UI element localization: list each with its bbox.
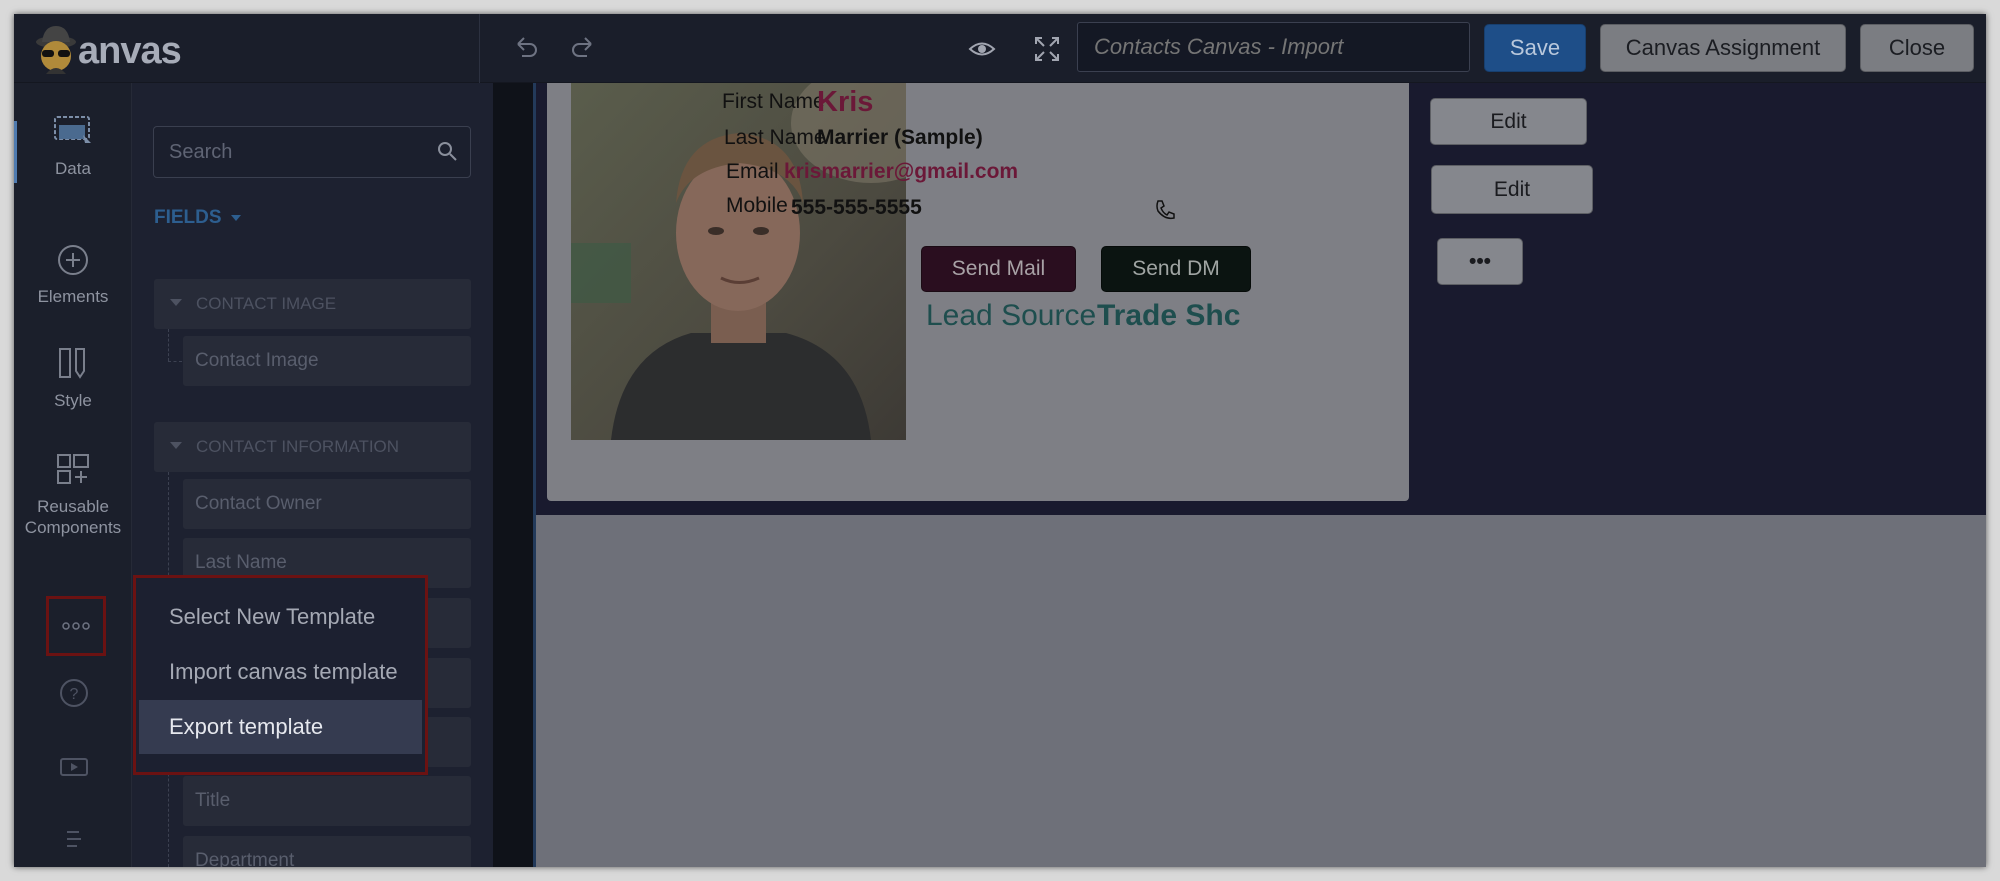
field-department[interactable]: Department <box>183 836 471 867</box>
lead-source-value: Trade Shc <box>1097 299 1241 332</box>
field-label: Department <box>195 850 295 867</box>
top-bar: anvas Save Canvas Assignment Close <box>14 14 1986 83</box>
phone-icon[interactable] <box>1153 198 1177 222</box>
menu-item-select-new-template[interactable]: Select New Template <box>139 590 422 644</box>
field-contact-owner[interactable]: Contact Owner <box>183 479 471 529</box>
rail-item-reusable-components[interactable]: Reusable Components <box>14 451 132 538</box>
svg-text:?: ? <box>70 686 79 703</box>
canvas-assignment-button[interactable]: Canvas Assignment <box>1600 24 1846 72</box>
redo-icon[interactable] <box>567 32 599 64</box>
logo: anvas <box>28 22 198 78</box>
rail-label: Style <box>54 391 92 410</box>
email-value[interactable]: krismarrier@gmail.com <box>784 160 1018 184</box>
send-mail-button[interactable]: Send Mail <box>921 246 1076 292</box>
mobile-label: Mobile <box>726 194 788 217</box>
rail-item-style[interactable]: Style <box>14 345 132 411</box>
menu-item-export-template[interactable]: Export template <box>139 700 422 754</box>
rail-item-elements[interactable]: Elements <box>14 243 132 307</box>
more-actions-button[interactable]: ••• <box>1437 238 1523 285</box>
edit-button-1[interactable]: Edit <box>1430 98 1587 145</box>
field-contact-image[interactable]: Contact Image <box>183 336 471 386</box>
field-title[interactable]: Title <box>183 776 471 826</box>
group-label: CONTACT INFORMATION <box>196 437 400 456</box>
rail-label: Elements <box>37 287 109 306</box>
tree-line <box>168 361 182 362</box>
field-label: Last Name <box>195 552 287 573</box>
search-box[interactable]: Search <box>153 126 471 178</box>
collapse-icon <box>170 299 182 306</box>
left-rail: Data Elements Style Reusable Components … <box>14 83 132 867</box>
list-icon[interactable] <box>58 823 90 855</box>
close-button[interactable]: Close <box>1860 24 1974 72</box>
last-name-value: Marrier (Sample) <box>817 126 983 149</box>
fields-header-label: FIELDS <box>154 207 222 228</box>
plus-circle-icon <box>58 245 88 275</box>
fields-header[interactable]: FIELDS <box>154 207 242 229</box>
field-label: Contact Owner <box>195 493 322 514</box>
search-icon <box>438 142 457 161</box>
last-name-label: Last Name <box>724 126 826 149</box>
group-label: CONTACT IMAGE <box>196 294 337 313</box>
components-icon <box>57 454 89 484</box>
send-dm-button[interactable]: Send DM <box>1101 246 1251 292</box>
search-placeholder: Search <box>169 140 233 163</box>
logo-wordmark: anvas <box>78 30 182 72</box>
tree-line <box>168 329 169 361</box>
first-name-value: Kris <box>817 86 874 118</box>
divider <box>479 14 480 83</box>
rail-label: Data <box>55 159 91 178</box>
lead-source-label: Lead Source <box>926 299 1097 332</box>
canvas-edge <box>533 83 536 867</box>
save-button[interactable]: Save <box>1484 24 1586 72</box>
rail-label: Reusable Components <box>24 497 122 537</box>
menu-item-import-canvas-template[interactable]: Import canvas template <box>139 645 422 699</box>
edit-button-2[interactable]: Edit <box>1431 165 1593 214</box>
mobile-value: 555-555-5555 <box>791 196 922 219</box>
more-options-button[interactable] <box>46 596 106 656</box>
field-label: Title <box>195 790 231 811</box>
email-label: Email <box>726 160 779 183</box>
video-icon[interactable] <box>58 751 90 783</box>
caret-down-icon <box>230 215 241 221</box>
undo-icon[interactable] <box>510 32 542 64</box>
collapse-icon <box>170 442 182 449</box>
field-label: Contact Image <box>195 350 319 371</box>
group-contact-information[interactable]: CONTACT INFORMATION <box>154 422 471 472</box>
expand-icon[interactable] <box>1032 34 1062 64</box>
more-icon <box>62 622 90 630</box>
canvas-name-input[interactable] <box>1077 22 1470 72</box>
rail-item-data[interactable]: Data <box>14 113 132 179</box>
data-icon <box>54 116 91 143</box>
group-contact-image[interactable]: CONTACT IMAGE <box>154 279 471 329</box>
canvas-builder-window: anvas Save Canvas Assignment Close <box>14 14 1986 867</box>
preview-eye-icon[interactable] <box>967 34 997 64</box>
canvas-gutter <box>493 83 533 867</box>
more-options-menu: Select New Template Import canvas templa… <box>133 575 428 775</box>
help-icon[interactable]: ? <box>58 677 90 709</box>
style-icon <box>59 348 85 379</box>
spy-logo-icon <box>36 26 76 74</box>
first-name-label: First Name <box>722 90 825 113</box>
